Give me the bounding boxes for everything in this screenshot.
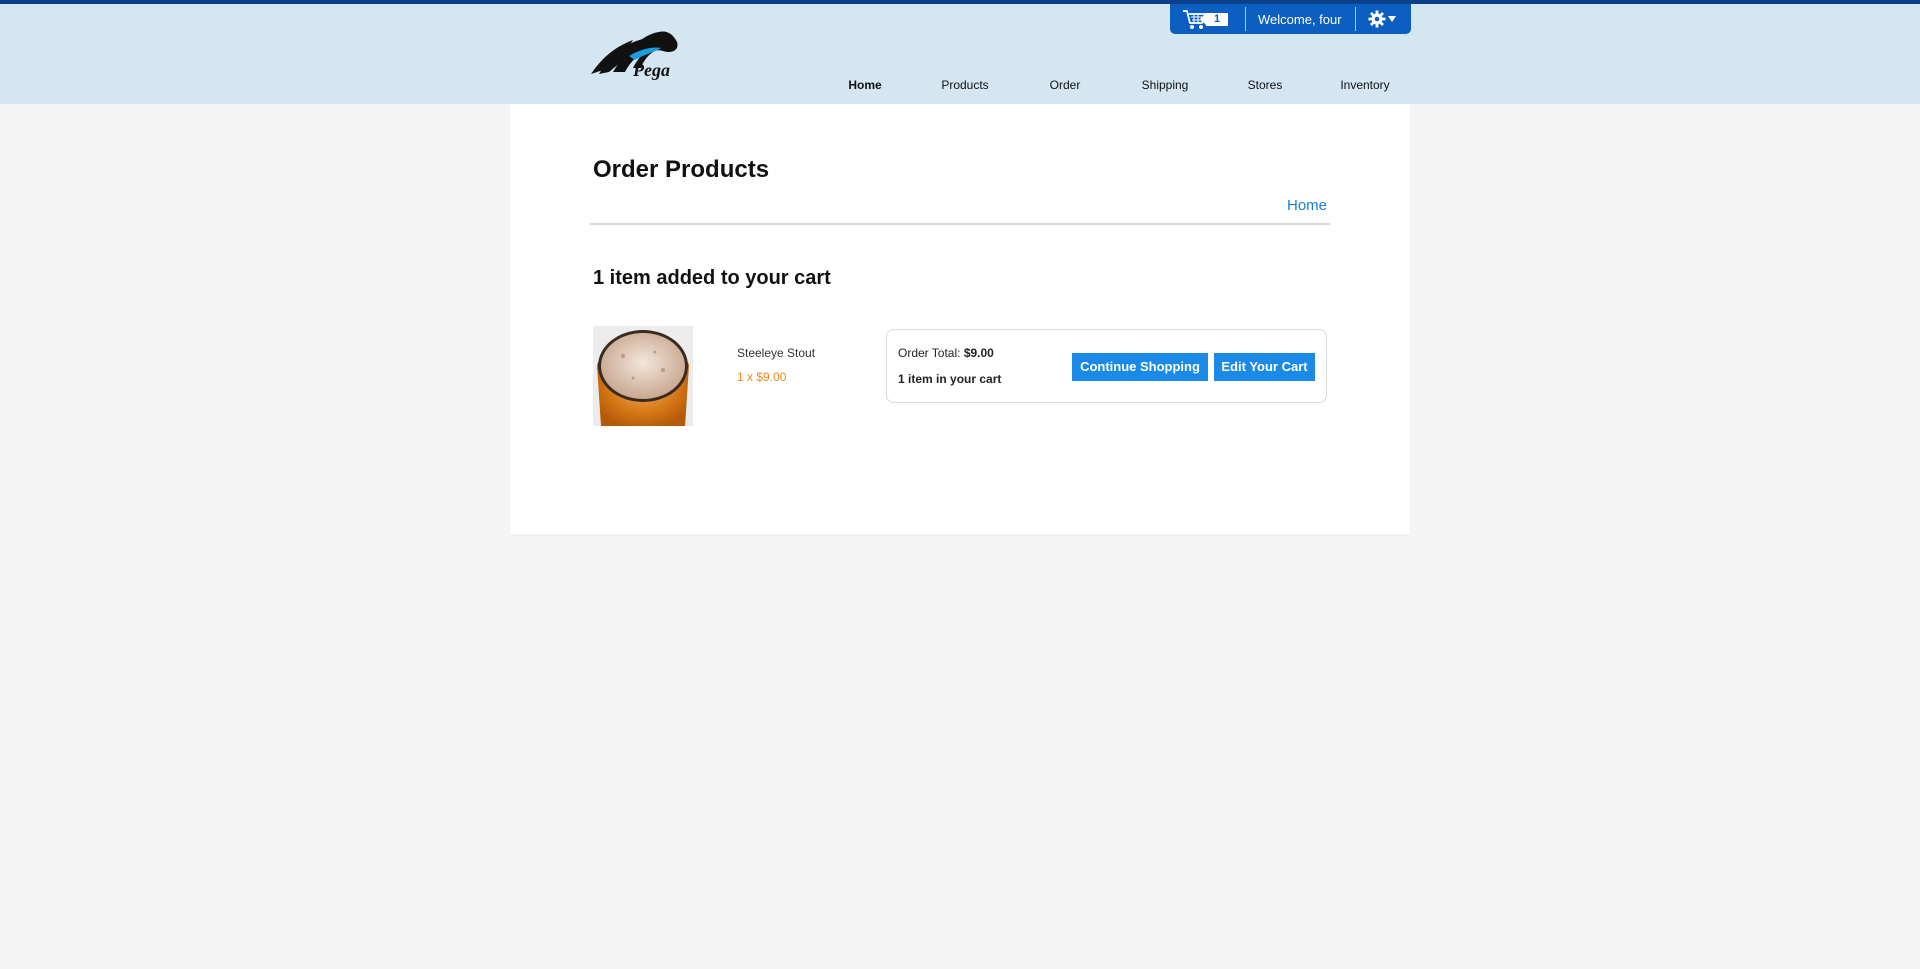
- order-total-label: Order Total:: [898, 346, 964, 360]
- user-bar: 1 Welcome, four: [1170, 4, 1411, 34]
- logo-text: Pega: [632, 60, 670, 80]
- nav-inventory[interactable]: Inventory: [1315, 78, 1415, 92]
- gear-icon: [1368, 10, 1386, 28]
- items-in-cart: 1 item in your cart: [898, 372, 1002, 386]
- product-image[interactable]: [593, 326, 693, 426]
- main-nav: Home Products Order Shipping Stores Inve…: [0, 78, 1920, 92]
- nav-order[interactable]: Order: [1015, 78, 1115, 92]
- cart-summary: Order Total: $9.00 1 item in your cart C…: [886, 329, 1327, 403]
- nav-home[interactable]: Home: [815, 78, 915, 92]
- pega-logo[interactable]: Pega: [589, 30, 691, 80]
- header-cart-button[interactable]: 1: [1170, 4, 1245, 34]
- edit-cart-button[interactable]: Edit Your Cart: [1214, 353, 1315, 381]
- product-name: Steeleye Stout: [737, 346, 816, 360]
- settings-menu-button[interactable]: [1356, 10, 1396, 28]
- nav-stores[interactable]: Stores: [1215, 78, 1315, 92]
- order-total-value: $9.00: [963, 346, 994, 360]
- cart-count-badge: 1: [1200, 12, 1228, 26]
- welcome-user[interactable]: Welcome, four: [1246, 12, 1355, 27]
- continue-shopping-button[interactable]: Continue Shopping: [1072, 353, 1208, 381]
- divider: [590, 223, 1330, 225]
- main-content: Order Products Home 1 item added to your…: [510, 104, 1410, 534]
- divider: [1245, 7, 1246, 31]
- cart-added-message: 1 item added to your cart: [593, 267, 831, 289]
- order-total: Order Total: $9.00: [898, 346, 994, 360]
- nav-shipping[interactable]: Shipping: [1115, 78, 1215, 92]
- chevron-down-icon: [1388, 16, 1396, 22]
- nav-products[interactable]: Products: [915, 78, 1015, 92]
- product-quantity-price: 1 x $9.00: [737, 370, 787, 384]
- site-header: Pega Home Products Order Shipping Stores…: [0, 4, 1920, 104]
- breadcrumb-home[interactable]: Home: [1287, 197, 1327, 214]
- divider: [1355, 7, 1356, 31]
- page-title: Order Products: [593, 156, 770, 183]
